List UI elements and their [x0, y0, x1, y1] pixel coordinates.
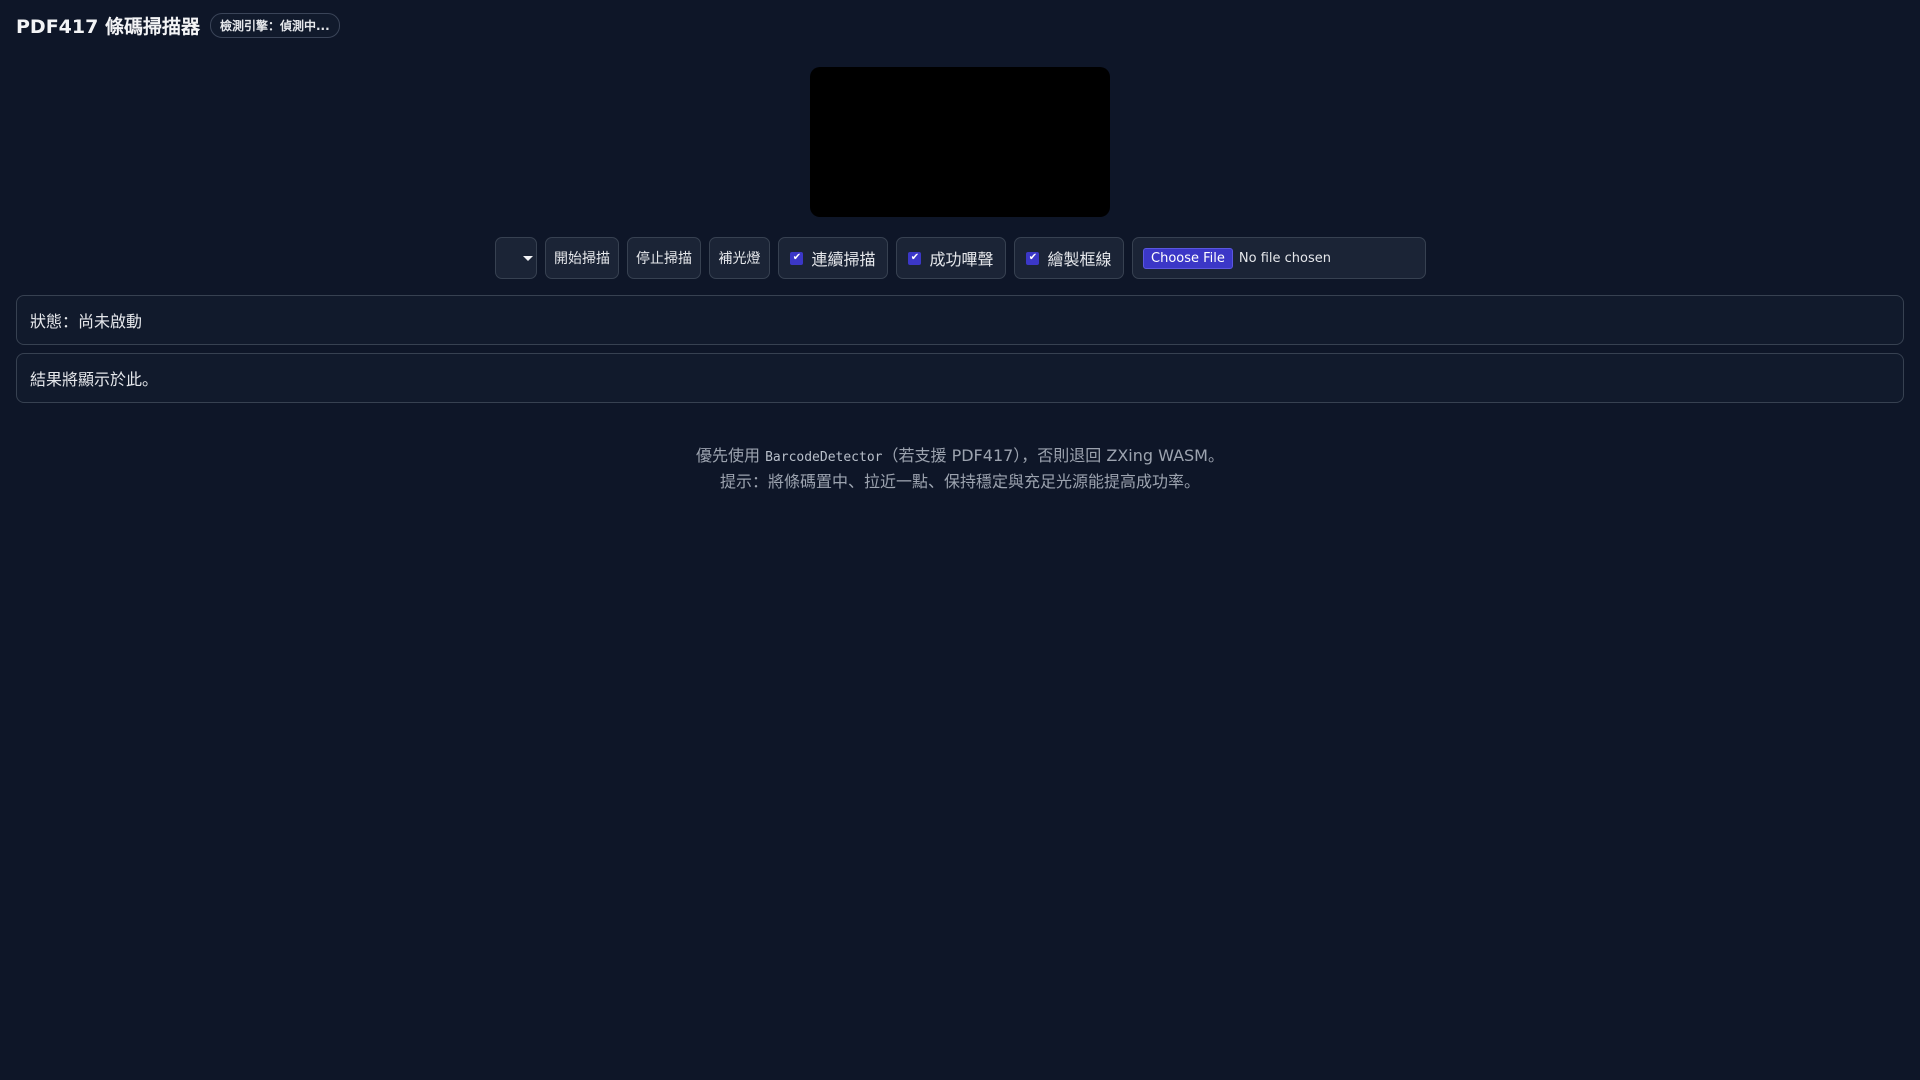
draw-box-toggle[interactable]: ✔ 繪製框線 [1014, 237, 1124, 279]
continuous-scan-toggle[interactable]: ✔ 連續掃描 [778, 237, 888, 279]
hints: 優先使用 BarcodeDetector（若支援 PDF417），否則退回 ZX… [0, 444, 1920, 494]
checkbox-checked-icon[interactable]: ✔ [790, 251, 804, 265]
status-panel: 狀態：尚未啟動 [16, 295, 1904, 345]
success-beep-toggle[interactable]: ✔ 成功嗶聲 [896, 237, 1006, 279]
stop-scan-button[interactable]: 停止掃描 [627, 237, 701, 279]
engine-hint-line: 優先使用 BarcodeDetector（若支援 PDF417），否則退回 ZX… [0, 444, 1920, 470]
chevron-down-icon [523, 256, 533, 261]
success-beep-label: 成功嗶聲 [929, 250, 994, 269]
start-scan-button[interactable]: 開始掃描 [545, 237, 619, 279]
engine-hint-suffix: （若支援 PDF417），否則退回 ZXing WASM。 [882, 446, 1225, 465]
engine-status-badge: 檢測引擎：偵測中... [209, 13, 340, 38]
torch-button[interactable]: 補光燈 [709, 237, 770, 279]
controls-toolbar: 開始掃描 停止掃描 補光燈 ✔ 連續掃描 ✔ 成功嗶聲 ✔ 繪製框線 Choos… [495, 237, 1426, 279]
header: PDF417 條碼掃描器 檢測引擎：偵測中... [16, 12, 340, 39]
scan-tip-line: 提示：將條碼置中、拉近一點、保持穩定與充足光源能提高成功率。 [719, 472, 1200, 491]
checkbox-checked-icon[interactable]: ✔ [908, 251, 922, 265]
draw-box-label: 繪製框線 [1047, 250, 1112, 269]
status-text: 狀態：尚未啟動 [30, 312, 143, 331]
continuous-scan-label: 連續掃描 [811, 250, 876, 269]
result-text: 結果將顯示於此。 [30, 370, 159, 389]
engine-hint-prefix: 優先使用 [696, 446, 766, 465]
checkbox-checked-icon[interactable]: ✔ [1026, 251, 1040, 265]
file-input[interactable]: Choose File No file chosen [1132, 237, 1426, 279]
result-panel: 結果將顯示於此。 [16, 353, 1904, 403]
page-title: PDF417 條碼掃描器 [16, 16, 200, 38]
file-name-text: No file chosen [1238, 250, 1331, 266]
camera-preview [810, 67, 1110, 217]
choose-file-button[interactable]: Choose File [1143, 247, 1233, 269]
camera-select[interactable] [495, 237, 537, 279]
engine-hint-code: BarcodeDetector [765, 450, 883, 465]
